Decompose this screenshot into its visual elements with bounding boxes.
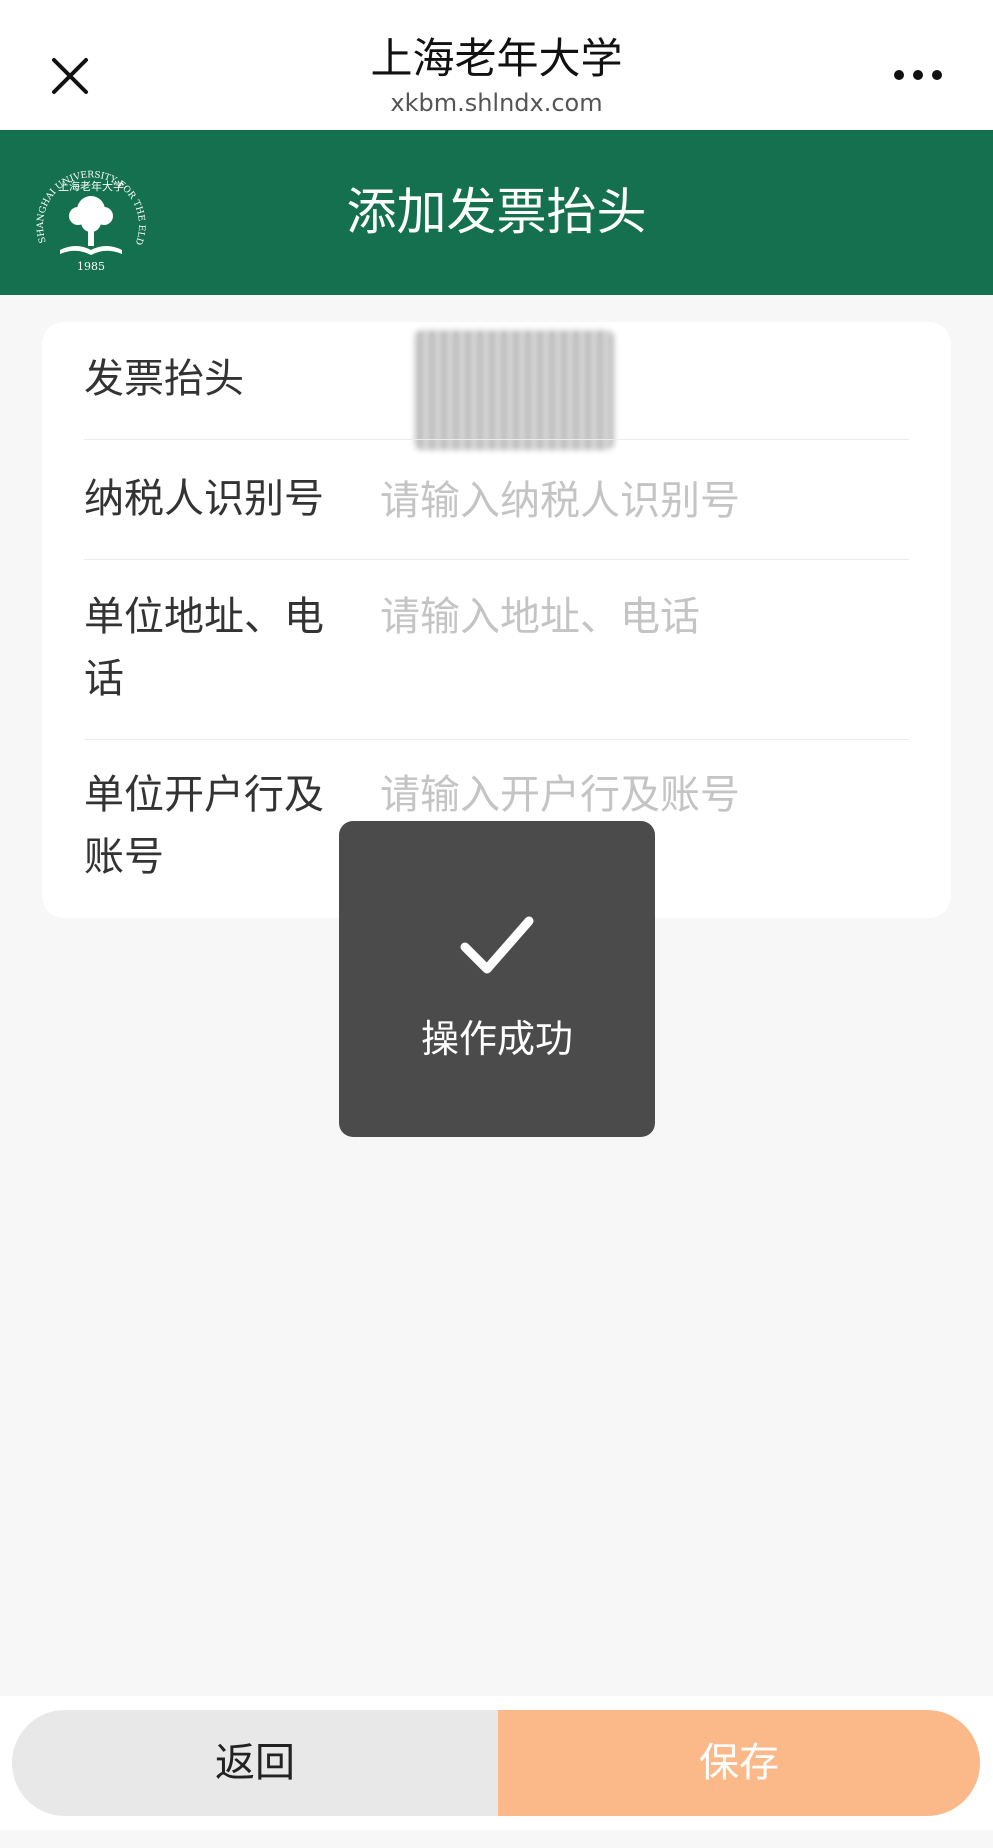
- form-row-tax-id: 纳税人识别号: [84, 440, 909, 560]
- more-dots-icon: [894, 70, 942, 80]
- form-row-address-phone: 单位地址、电话: [84, 560, 909, 740]
- more-button[interactable]: [883, 50, 953, 100]
- title-block: 上海老年大学 xkbm.shlndx.com: [250, 30, 743, 118]
- tax-id-label: 纳税人识别号: [84, 476, 324, 522]
- checkmark-icon: [460, 916, 534, 974]
- browser-top-bar: 上海老年大学 xkbm.shlndx.com: [0, 0, 993, 130]
- redacted-value: [414, 330, 614, 450]
- bank-account-input[interactable]: [380, 764, 900, 826]
- save-button[interactable]: 保存: [498, 1710, 980, 1816]
- toast-message: 操作成功: [420, 1017, 573, 1061]
- address-phone-label: 单位地址、电话: [84, 594, 324, 702]
- bottom-action-bar: 返回 保存: [0, 1696, 993, 1830]
- close-button[interactable]: [40, 46, 100, 106]
- site-title: 上海老年大学: [370, 34, 623, 83]
- page-header: SHANGHAI UNIVERSITY FOR THE ELDERLY 上海老年…: [0, 130, 993, 295]
- address-phone-input[interactable]: [380, 586, 900, 648]
- close-icon: [52, 58, 88, 94]
- back-button[interactable]: 返回: [12, 1710, 498, 1816]
- page-title: 添加发票抬头: [346, 183, 647, 241]
- site-url: xkbm.shlndx.com: [390, 89, 603, 117]
- form-row-invoice-title: 发票抬头: [84, 322, 909, 450]
- invoice-title-label: 发票抬头: [84, 356, 244, 402]
- bank-account-label: 单位开户行及账号: [84, 772, 324, 880]
- tax-id-input[interactable]: [380, 470, 900, 532]
- success-toast: 操作成功: [339, 821, 655, 1137]
